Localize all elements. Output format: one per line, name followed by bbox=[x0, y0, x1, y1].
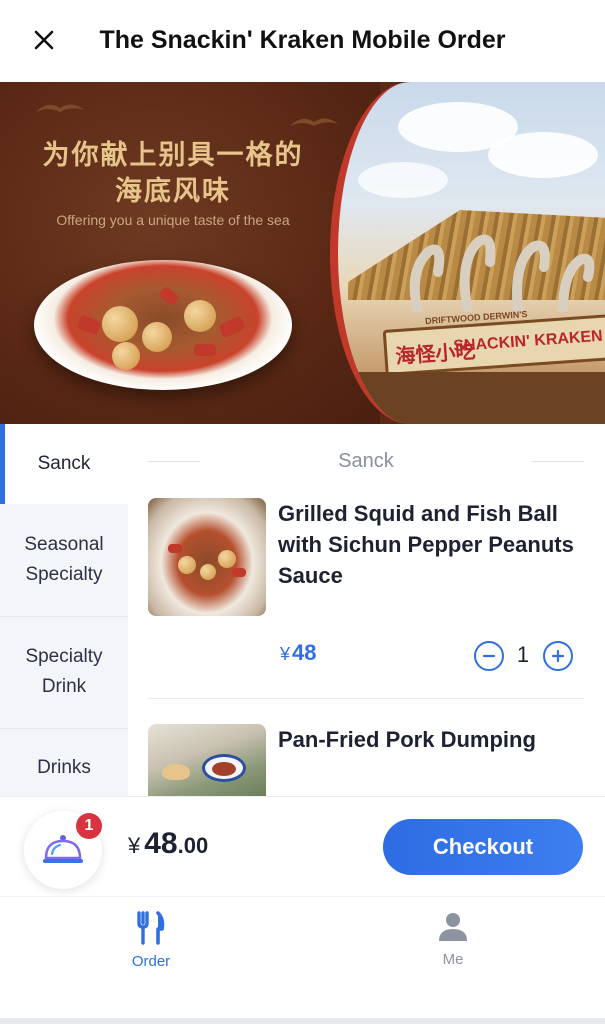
sign-en-text: SNACKIN' KRAKEN bbox=[452, 327, 604, 356]
banner-tagline: Offering you a unique taste of the sea bbox=[56, 212, 290, 228]
section-title: Sanck bbox=[338, 449, 394, 472]
cart-total: ¥48.00 bbox=[128, 827, 208, 861]
plus-icon bbox=[551, 649, 565, 663]
shop-sign: DRIFTWOOD DERWIN'S 海怪小吃 SNACKIN' KRAKEN bbox=[382, 309, 605, 376]
checkout-button[interactable]: Checkout bbox=[383, 819, 583, 875]
banner-headline: 为你献上别具一格的 海底风味 bbox=[18, 138, 328, 210]
banner-headline-line2: 海底风味 bbox=[115, 176, 231, 207]
sidebar-item-specialty-drink[interactable]: Specialty Drink bbox=[0, 616, 128, 728]
bottom-tab-bar: Order Me bbox=[0, 896, 605, 1024]
tab-me[interactable]: Me bbox=[393, 911, 513, 968]
app-header: The Snackin' Kraken Mobile Order bbox=[0, 0, 605, 82]
menu-item-image[interactable] bbox=[148, 498, 266, 616]
sidebar-item-label: Seasonal Specialty bbox=[24, 534, 104, 585]
bird-icon bbox=[36, 104, 84, 112]
sidebar-item-label: Specialty Drink bbox=[25, 646, 103, 697]
total-integer: 48 bbox=[144, 827, 178, 860]
total-decimal: .00 bbox=[177, 833, 209, 858]
cart-count-badge: 1 bbox=[76, 813, 102, 839]
active-category-indicator bbox=[0, 424, 5, 504]
menu-item-image[interactable] bbox=[148, 724, 266, 796]
promo-banner[interactable]: 为你献上别具一格的 海底风味 Offering you a unique tas… bbox=[0, 82, 605, 424]
tab-order[interactable]: Order bbox=[91, 911, 211, 970]
category-sidebar: Sanck Seasonal Specialty Specialty Drink… bbox=[0, 424, 128, 796]
decrease-quantity-button[interactable] bbox=[474, 641, 504, 671]
home-indicator bbox=[0, 1018, 605, 1024]
page-title: The Snackin' Kraken Mobile Order bbox=[99, 26, 506, 54]
quantity-value: 1 bbox=[516, 642, 530, 667]
sidebar-item-seasonal-specialty[interactable]: Seasonal Specialty bbox=[0, 504, 128, 616]
kraken-sign-icon bbox=[409, 234, 595, 312]
price-value: 48 bbox=[292, 640, 317, 665]
sidebar-item-label: Drinks bbox=[37, 757, 91, 778]
section-divider-left bbox=[148, 461, 200, 462]
section-header: Sanck bbox=[148, 446, 584, 476]
cart-bar: 1 ¥48.00 Checkout bbox=[0, 796, 605, 896]
food-cloche-icon bbox=[43, 835, 83, 863]
menu-item-name[interactable]: Grilled Squid and Fish Ball with Sichun … bbox=[278, 498, 578, 591]
banner-shop-photo: DRIFTWOOD DERWIN'S 海怪小吃 SNACKIN' KRAKEN bbox=[330, 82, 605, 424]
banner-food-panel: 为你献上别具一格的 海底风味 Offering you a unique tas… bbox=[0, 82, 380, 424]
food-bowl-image bbox=[34, 260, 292, 390]
tab-label: Me bbox=[442, 951, 464, 968]
utensils-icon bbox=[137, 911, 165, 945]
menu-item-price: ¥48 bbox=[280, 640, 317, 666]
sidebar-item-sanck[interactable]: Sanck bbox=[0, 424, 128, 504]
shop-front bbox=[338, 372, 605, 424]
tab-label: Order bbox=[131, 953, 171, 970]
item-divider bbox=[148, 698, 584, 699]
sidebar-item-label: Sanck bbox=[37, 453, 91, 474]
menu-item-name[interactable]: Pan-Fried Pork Dumping bbox=[278, 724, 578, 755]
bird-icon bbox=[290, 118, 338, 126]
currency-symbol: ¥ bbox=[128, 833, 141, 858]
increase-quantity-button[interactable] bbox=[543, 641, 573, 671]
banner-headline-line1: 为你献上别具一格的 bbox=[42, 140, 304, 171]
minus-icon bbox=[482, 654, 496, 658]
person-icon bbox=[439, 913, 467, 941]
currency-symbol: ¥ bbox=[280, 644, 291, 664]
section-divider-right bbox=[532, 461, 584, 462]
